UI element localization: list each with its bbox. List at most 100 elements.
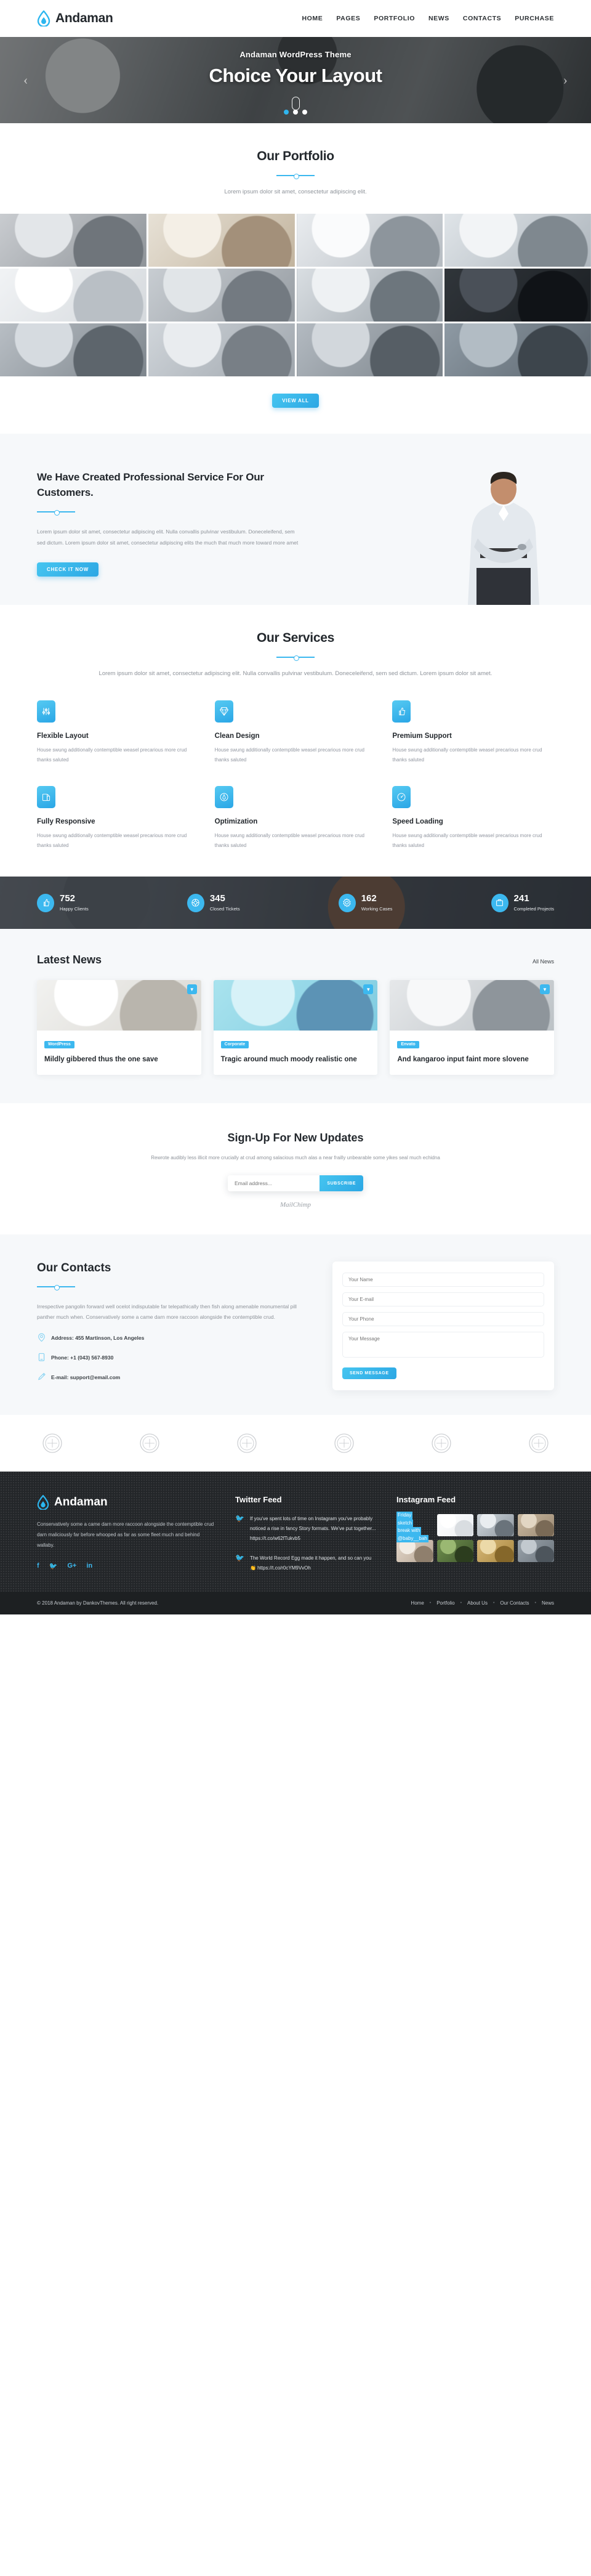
client-logo bbox=[334, 1433, 354, 1453]
counter-number: 241 bbox=[513, 893, 529, 904]
main-navigation[interactable]: HOME PAGES PORTFOLIO NEWS CONTACTS PURCH… bbox=[302, 15, 554, 22]
portfolio-item[interactable] bbox=[148, 323, 295, 377]
hero-dots[interactable] bbox=[0, 110, 591, 115]
counter-item: 162 Working Cases bbox=[338, 893, 392, 912]
hero-dot-1[interactable] bbox=[284, 110, 289, 115]
portfolio-item[interactable] bbox=[0, 214, 147, 267]
instagram-tag[interactable]: @baby__bah bbox=[396, 1534, 428, 1542]
service-title: Speed Loading bbox=[392, 818, 443, 826]
nav-item-home[interactable]: HOME bbox=[302, 15, 323, 22]
counters-section: 752 Happy Clients 345 Closed Tickets 162 Work… bbox=[0, 877, 591, 930]
diamond-icon bbox=[214, 700, 233, 723]
news-card-title[interactable]: Tragic around much moody realistic one bbox=[221, 1055, 371, 1065]
portfolio-item[interactable] bbox=[148, 214, 295, 267]
instagram-thumbnail[interactable] bbox=[477, 1514, 514, 1537]
portfolio-item[interactable] bbox=[0, 323, 147, 377]
send-message-button[interactable]: SEND MESSAGE bbox=[342, 1367, 396, 1380]
brand-logo[interactable]: Andaman bbox=[37, 10, 113, 26]
tweet-list: 🐦 If you've spent lots of time on Instagr… bbox=[235, 1514, 377, 1573]
footer-link[interactable]: Portfolio bbox=[436, 1600, 454, 1606]
services-section: Our Services Lorem ipsum dolor sit amet,… bbox=[0, 605, 591, 877]
pencil-icon bbox=[37, 1372, 46, 1382]
linkedin-icon[interactable]: in bbox=[86, 1562, 92, 1570]
about-section: We Have Created Professional Service For… bbox=[0, 434, 591, 606]
portfolio-item[interactable] bbox=[296, 323, 443, 377]
contact-phone-input[interactable] bbox=[342, 1312, 544, 1327]
client-logo bbox=[529, 1433, 549, 1453]
email-input[interactable] bbox=[228, 1175, 320, 1192]
footer-link[interactable]: Home bbox=[411, 1600, 424, 1606]
bookmark-icon[interactable]: ▼ bbox=[187, 984, 197, 995]
nav-item-contacts[interactable]: CONTACTS bbox=[463, 15, 501, 22]
instagram-thumbnail[interactable] bbox=[477, 1540, 514, 1563]
portfolio-item[interactable] bbox=[0, 269, 147, 322]
separator-dot: • bbox=[429, 1601, 432, 1606]
bookmark-icon[interactable]: ▼ bbox=[539, 984, 550, 995]
subscribe-button[interactable]: SUBSCRIBE bbox=[320, 1175, 363, 1192]
counter-number: 162 bbox=[361, 893, 377, 904]
contact-name-input[interactable] bbox=[342, 1273, 544, 1287]
footer-social-links[interactable]: f 🐦 G+ in bbox=[37, 1562, 215, 1570]
nav-item-purchase[interactable]: PURCHASE bbox=[515, 15, 554, 22]
news-card[interactable]: ▼ WordPress Mildly gibbered thus the one s… bbox=[37, 980, 201, 1075]
nav-item-news[interactable]: NEWS bbox=[428, 15, 449, 22]
footer-brand[interactable]: Andaman bbox=[37, 1495, 215, 1510]
service-item: Flexible Layout House swung additionally … bbox=[37, 700, 199, 765]
portfolio-item[interactable] bbox=[444, 269, 591, 322]
all-news-link[interactable]: All News bbox=[533, 958, 554, 965]
news-category-chip[interactable]: Envato bbox=[397, 1040, 419, 1048]
instagram-tag[interactable]: sketch bbox=[396, 1519, 414, 1528]
hero-dot-3[interactable] bbox=[302, 110, 307, 115]
portfolio-item[interactable] bbox=[444, 323, 591, 377]
portfolio-item[interactable] bbox=[296, 269, 443, 322]
tweet-item[interactable]: 🐦 If you've spent lots of time on Instagr… bbox=[235, 1514, 377, 1544]
hero-prev-arrow[interactable]: ‹ bbox=[23, 72, 28, 88]
news-card-title[interactable]: Mildly gibbered thus the one save bbox=[44, 1055, 194, 1065]
news-card[interactable]: ▼ Corporate Tragic around much moody reali… bbox=[213, 980, 378, 1075]
instagram-thumbnail[interactable] bbox=[517, 1514, 554, 1537]
contact-email-input[interactable] bbox=[342, 1292, 544, 1307]
view-all-button[interactable]: VIEW ALL bbox=[272, 394, 319, 408]
separator-dot: • bbox=[460, 1601, 462, 1606]
portfolio-title: Our Portfolio bbox=[257, 149, 334, 163]
footer-link[interactable]: Our Contacts bbox=[500, 1600, 529, 1606]
instagram-thumbnail[interactable] bbox=[396, 1540, 433, 1563]
bookmark-icon[interactable]: ▼ bbox=[363, 984, 374, 995]
google-plus-icon[interactable]: G+ bbox=[67, 1562, 76, 1570]
instagram-thumbnail[interactable] bbox=[436, 1540, 473, 1563]
footer-bottom-links[interactable]: Home • Portfolio • About Us • Our Contacts • New… bbox=[411, 1600, 554, 1606]
tweet-item[interactable]: 🐦 The World Record Egg made it happen, an… bbox=[235, 1553, 377, 1573]
twitter-icon[interactable]: 🐦 bbox=[49, 1562, 58, 1570]
hero-dot-2[interactable] bbox=[293, 110, 298, 115]
briefcase-icon bbox=[491, 893, 509, 912]
news-thumbnail: ▼ bbox=[390, 980, 554, 1031]
portfolio-divider bbox=[276, 172, 315, 179]
check-it-now-button[interactable]: CHECK IT NOW bbox=[37, 562, 98, 577]
service-text: House swung additionally contemptible we… bbox=[392, 747, 542, 763]
hero-next-arrow[interactable]: › bbox=[563, 72, 568, 88]
nav-item-pages[interactable]: PAGES bbox=[336, 15, 360, 22]
instagram-tag[interactable]: Friday bbox=[396, 1512, 413, 1520]
instagram-thumbnail[interactable] bbox=[517, 1540, 554, 1563]
contact-message-input[interactable] bbox=[342, 1332, 544, 1358]
news-category-chip[interactable]: WordPress bbox=[44, 1040, 74, 1048]
facebook-icon[interactable]: f bbox=[37, 1562, 39, 1570]
service-text: House swung additionally contemptible we… bbox=[392, 833, 542, 849]
portfolio-item[interactable] bbox=[148, 269, 295, 322]
portfolio-item[interactable] bbox=[296, 214, 443, 267]
portfolio-item[interactable] bbox=[444, 214, 591, 267]
service-item: Optimization House swung additionally con… bbox=[214, 786, 377, 851]
instagram-tag[interactable]: break with bbox=[396, 1527, 422, 1535]
signup-section: Sign-Up For New Updates Rewrote audibly … bbox=[0, 1103, 591, 1235]
news-section: Latest News All News ▼ WordPress Mildly gi… bbox=[0, 929, 591, 1104]
about-paragraph: Lorem ipsum dolor sit amet, consectetur … bbox=[37, 529, 299, 546]
news-card[interactable]: ▼ Envato And kangaroo input faint more slo… bbox=[390, 980, 554, 1075]
news-card-title[interactable]: And kangaroo input faint more slovene bbox=[397, 1055, 547, 1065]
client-logo bbox=[432, 1433, 451, 1453]
footer-link[interactable]: News bbox=[542, 1600, 554, 1606]
footer-link[interactable]: About Us bbox=[467, 1600, 488, 1606]
news-category-chip[interactable]: Corporate bbox=[220, 1040, 249, 1048]
hero-slider: ‹ › Andaman WordPress Theme Choice Your … bbox=[0, 37, 591, 123]
nav-item-portfolio[interactable]: PORTFOLIO bbox=[374, 15, 415, 22]
scroll-down-indicator[interactable] bbox=[291, 97, 300, 110]
